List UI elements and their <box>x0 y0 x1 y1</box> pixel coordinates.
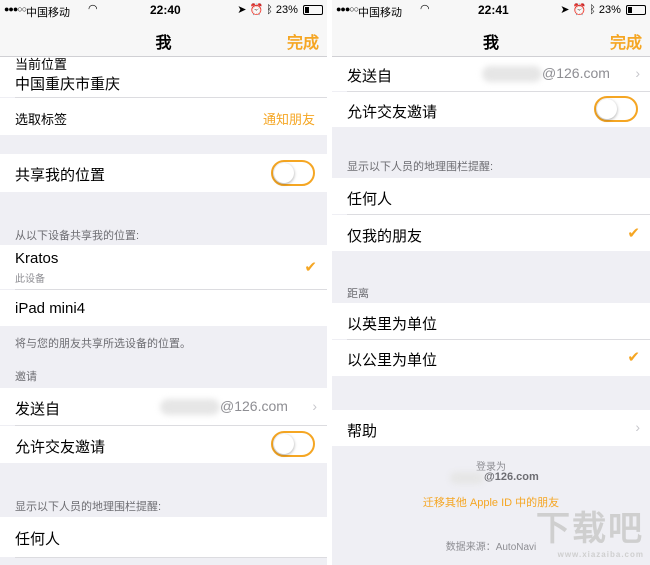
help-row[interactable]: 帮助 › <box>332 410 650 446</box>
nav-bar: 我 完成 <box>0 20 327 57</box>
battery-icon <box>626 5 646 16</box>
anyone-label: 任何人 <box>347 191 393 208</box>
invite-header: 邀请 <box>15 371 37 383</box>
miles-label: 以英里为单位 <box>347 316 438 333</box>
choose-tag-button[interactable]: 选取标签 <box>15 109 67 128</box>
nav-bar: 我 完成 <box>332 20 650 57</box>
redacted-email <box>450 472 484 484</box>
watermark: 下载吧 www.xiazaiba.com <box>536 501 644 559</box>
chevron-right-icon: › <box>312 398 317 414</box>
redacted-email <box>482 66 542 82</box>
current-location-cell: 当前位置 中国重庆市重庆 <box>0 57 327 97</box>
current-location-value: 中国重庆市重庆 <box>15 76 121 93</box>
allow-invites-row: 允许交友邀请 <box>332 92 650 127</box>
share-footer: 将与您的朋友共享所选设备的位置。 <box>15 338 191 350</box>
location-actions-cell: 选取标签 通知朋友 <box>0 98 327 135</box>
miles-row[interactable]: 以英里为单位 <box>332 303 650 339</box>
checkmark-icon: ✔ <box>627 349 640 366</box>
battery-percent: 23% <box>275 4 298 16</box>
status-right: ➤ ⏰ ᛒ 23% <box>237 3 323 16</box>
wifi-icon: ◠ <box>88 3 98 15</box>
chevron-right-icon: › <box>635 65 640 81</box>
bluetooth-icon: ᛒ <box>589 4 596 16</box>
wifi-icon: ◠ <box>420 3 430 15</box>
current-location-label: 当前位置 <box>15 57 68 72</box>
geofence-friends-row[interactable]: 仅我的朋友 ✔ <box>332 215 650 251</box>
left-screen: ●●●○○ 中国移动 ◠ 22:40 ➤ ⏰ ᛒ 23% 我 完成 当前位置 中… <box>0 0 327 565</box>
toggle-knob <box>274 434 294 454</box>
signed-in-email: @126.com <box>484 471 539 483</box>
page-title: 我 <box>155 35 172 52</box>
share-location-cell: 共享我的位置 <box>0 154 327 192</box>
right-screen: ●●●○○ 中国移动 ◠ 22:41 ➤ ⏰ ᛒ 23% 我 完成 发送自 @1… <box>332 0 650 565</box>
carrier-label: 中国移动 <box>26 7 70 19</box>
watermark-text: 下载吧 <box>536 510 644 548</box>
friends-only-label: 仅我的朋友 <box>347 228 423 245</box>
send-from-label: 发送自 <box>15 401 61 418</box>
carrier-label: 中国移动 <box>358 7 402 19</box>
alarm-icon: ⏰ <box>249 4 264 16</box>
geofence-anyone-row[interactable]: 任何人 <box>332 178 650 214</box>
bluetooth-icon: ᛒ <box>266 4 273 16</box>
geofence-header: 显示以下人员的地理围栏提醒: <box>347 161 494 173</box>
notify-friends-button[interactable]: 通知朋友 <box>263 109 315 128</box>
device-subtitle: 此设备 <box>15 274 45 285</box>
status-bar: ●●●○○ 中国移动 ◠ 22:41 ➤ ⏰ ᛒ 23% <box>332 0 650 20</box>
location-arrow-icon: ➤ <box>237 4 247 16</box>
km-row[interactable]: 以公里为单位 ✔ <box>332 340 650 376</box>
allow-invites-toggle[interactable] <box>271 431 315 457</box>
status-bar: ●●●○○ 中国移动 ◠ 22:40 ➤ ⏰ ᛒ 23% <box>0 0 327 20</box>
page-title: 我 <box>482 35 499 52</box>
share-from-header: 从以下设备共享我的位置: <box>15 230 140 242</box>
km-label: 以公里为单位 <box>347 352 438 369</box>
watermark-url: www.xiazaiba.com <box>557 550 644 559</box>
status-time: 22:40 <box>150 3 181 17</box>
done-button[interactable]: 完成 <box>610 29 642 53</box>
email-suffix: @126.com <box>542 65 610 81</box>
help-label: 帮助 <box>347 423 378 440</box>
send-from-label: 发送自 <box>347 68 393 85</box>
checkmark-icon: ✔ <box>304 259 317 276</box>
share-location-toggle[interactable] <box>271 160 315 186</box>
distance-header: 距离 <box>347 288 369 300</box>
battery-icon <box>303 5 323 16</box>
allow-invites-row: 允许交友邀请 <box>0 426 327 463</box>
status-time: 22:41 <box>478 3 509 17</box>
done-button[interactable]: 完成 <box>287 29 319 53</box>
anyone-label: 任何人 <box>15 531 61 548</box>
device-row-kratos[interactable]: Kratos 此设备 ✔ <box>0 245 327 289</box>
device-name: iPad mini4 <box>15 300 86 317</box>
signal-icon: ●●●○○ <box>336 4 359 14</box>
allow-invites-toggle[interactable] <box>594 96 638 122</box>
separator <box>15 557 327 558</box>
send-from-row[interactable]: 发送自 @126.com › <box>332 57 650 91</box>
alarm-icon: ⏰ <box>572 4 587 16</box>
checkmark-icon: ✔ <box>627 225 640 242</box>
geofence-header: 显示以下人员的地理围栏提醒: <box>15 501 162 513</box>
device-row-ipad[interactable]: iPad mini4 <box>0 290 327 326</box>
device-name: Kratos <box>15 250 59 267</box>
email-suffix: @126.com <box>220 398 288 414</box>
chevron-right-icon: › <box>635 419 640 435</box>
toggle-knob <box>597 99 617 119</box>
send-from-row[interactable]: 发送自 @126.com › <box>0 388 327 425</box>
redacted-email <box>160 399 220 415</box>
geofence-anyone-row[interactable]: 任何人 <box>0 517 327 557</box>
allow-invites-label: 允许交友邀请 <box>15 439 106 456</box>
battery-percent: 23% <box>598 4 621 16</box>
signal-icon: ●●●○○ <box>4 4 27 14</box>
share-location-label: 共享我的位置 <box>15 167 106 184</box>
location-arrow-icon: ➤ <box>560 4 570 16</box>
status-right: ➤ ⏰ ᛒ 23% <box>560 3 646 16</box>
toggle-knob <box>274 163 294 183</box>
allow-invites-label: 允许交友邀请 <box>347 104 438 121</box>
